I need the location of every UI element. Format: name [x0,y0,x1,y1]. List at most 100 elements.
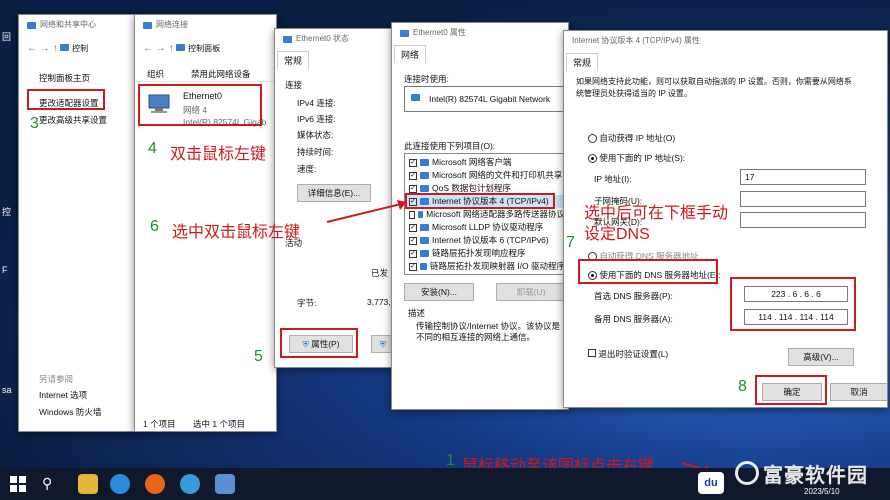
ipv4-intro-text: 如果网络支持此功能，则可以获取自动指派的 IP 设置。否则，你需要从网络系 统管… [576,77,852,98]
tab-network[interactable]: 网络 [394,45,427,63]
status-selected-count: 选中 1 个项目 [193,419,245,429]
sidebar-link-home[interactable]: 控制面板主页 [39,72,90,84]
radio-manual-ip-row[interactable]: 使用下面的 IP 地址(S): [588,152,685,164]
cancel-button[interactable]: 取消 [830,383,887,401]
annotation-step-5: 5 [254,348,263,365]
list-item-label: Microsoft LLDP 协议驱动程序 [432,222,544,232]
network-tray-icon[interactable]: du [698,472,724,494]
window-title-bar: 网络连接 [135,15,276,35]
windows-start-icon[interactable] [10,476,26,492]
checkbox-checked[interactable]: ✓ [409,236,417,245]
nav-bar: ← → ↑ 控制面板 [143,43,220,54]
desktop-icon-label[interactable]: F [2,265,8,275]
list-item-label: 链路层拓扑发现映射器 I/O 驱动程序 [429,261,565,271]
network-icon [400,29,409,37]
address-path[interactable]: 控制面板 [188,44,220,53]
list-item[interactable]: ✓ 链路层拓扑发现响应程序 [405,247,565,260]
list-item-label: Microsoft 网络适配器多路传送器协议 [426,209,565,219]
network-icon [143,21,152,29]
list-item[interactable]: ✓ Microsoft LLDP 协议驱动程序 [405,221,565,234]
list-item-label: Microsoft 网络客户端 [432,157,512,167]
annotation-step-4-text: 双击鼠标左键 [170,146,267,163]
up-arrow-icon[interactable]: ↑ [53,43,58,54]
subnet-mask-input[interactable] [740,191,866,207]
advanced-button[interactable]: 高级(V)... [788,348,854,366]
chrome-icon[interactable] [110,474,130,494]
link-internet-options[interactable]: Internet 选项 [39,389,87,401]
radio-manual-ip[interactable] [588,154,597,164]
component-icon [420,250,429,257]
checkbox-checked[interactable]: ✓ [409,249,417,258]
checkbox-checked[interactable]: ✓ [409,158,417,167]
up-arrow-icon[interactable]: ↑ [169,43,174,54]
window-title-bar: Ethernet0 状态 [275,29,393,49]
window-title: Ethernet0 属性 [413,28,466,37]
tab-general[interactable]: 常规 [566,53,599,71]
watermark-logo: 富豪软件园 [735,455,885,491]
radio-auto-ip[interactable] [588,134,597,144]
component-icon [420,224,429,231]
checkbox-checked[interactable]: ✓ [409,223,417,232]
toolbar-organize[interactable]: 组织 [147,68,164,80]
checkbox-checked[interactable]: ✓ [409,184,417,193]
window-title: 网络连接 [156,20,188,29]
annotation-step-6: 6 [150,218,159,235]
annotation-step-8: 8 [738,378,747,395]
checkbox-checked[interactable]: ✓ [409,262,417,271]
description-heading: 描述 [408,308,426,318]
checkbox-checked[interactable]: ✓ [409,171,417,180]
search-icon[interactable]: ⚲ [42,475,52,492]
forward-arrow-icon[interactable]: → [156,43,166,54]
radio-auto-ip-row[interactable]: 自动获得 IP 地址(O) [588,132,675,144]
components-list[interactable]: ✓ Microsoft 网络客户端 ✓ Microsoft 网络的文件和打印机共享 … [404,153,566,275]
connect-using-label: 连接时使用: [404,74,449,84]
bytes-label: 字节: [297,298,317,308]
list-item[interactable]: ✓ 链路层拓扑发现映射器 I/O 驱动程序 [405,260,565,273]
back-arrow-icon[interactable]: ← [143,43,153,54]
list-item-label: 链路层拓扑发现响应程序 [432,248,526,258]
link-windows-firewall[interactable]: Windows 防火墙 [39,406,101,418]
list-item[interactable]: ✓ Microsoft 网络客户端 [405,156,565,169]
forward-arrow-icon[interactable]: → [40,43,50,54]
install-button[interactable]: 安装(N)... [404,283,474,301]
ip-address-label: IP 地址(I): [594,174,632,184]
component-icon [420,172,429,179]
watermark-emblem-icon [735,461,759,485]
window-title: Ethernet0 状态 [296,34,349,43]
address-path[interactable]: 控制 [72,44,88,53]
sidebar-link-advanced-sharing[interactable]: 更改高级共享设置 [39,114,107,126]
tab-general[interactable]: 常规 [277,51,310,69]
component-icon [420,159,429,166]
toolbar-disable-device[interactable]: 禁用此网络设备 [191,68,251,80]
desktop-icon-label[interactable]: 控 [2,205,11,218]
status-row-ipv4: IPv4 连接: [297,98,336,108]
annotation-step-6-text: 选中双击鼠标左键 [172,224,301,241]
list-item[interactable]: ✓ Microsoft 网络的文件和打印机共享 [405,169,565,182]
desktop-icon-label[interactable]: sa [2,385,12,395]
highlight-ipv4-item [405,193,555,209]
activity-sent: 已发 [371,268,389,278]
validate-settings-row[interactable]: 退出时验证设置(L) [588,348,668,360]
validate-checkbox[interactable] [588,349,596,357]
adapter-field-text: Intel(R) 82574L Gigabit Network [429,94,551,104]
default-gateway-input[interactable] [740,212,866,228]
network-icon [27,21,36,29]
list-item[interactable]: Microsoft 网络适配器多路传送器协议 [405,208,565,221]
network-app-icon[interactable] [215,474,235,494]
section-connection: 连接 [285,80,303,90]
network-sharing-center-window: 网络和共享中心 ← → ↑ 控制 控制面板主页 更改适配器设置 更改高级共享设置… [18,14,138,432]
ip-address-input[interactable]: 17 [740,169,866,185]
desktop-icon-label[interactable]: 回 [2,30,11,43]
status-row-ipv6: IPv6 连接: [297,114,336,124]
list-item[interactable]: ✓ Internet 协议版本 6 (TCP/IPv6) [405,234,565,247]
qq-browser-icon[interactable] [180,474,200,494]
window-title-bar: 网络和共享中心 [19,15,137,35]
radio-manual-ip-label: 使用下面的 IP 地址(S): [599,153,686,163]
see-also-heading: 另请参阅 [39,374,74,384]
shield-icon: ⛨ [379,339,387,349]
firefox-icon[interactable] [145,474,165,494]
uninstall-button[interactable]: 卸载(U) [496,283,566,301]
file-explorer-icon[interactable] [78,474,98,494]
window-title-bar: Internet 协议版本 4 (TCP/IPv4) 属性 [564,31,887,51]
back-arrow-icon[interactable]: ← [27,43,37,54]
